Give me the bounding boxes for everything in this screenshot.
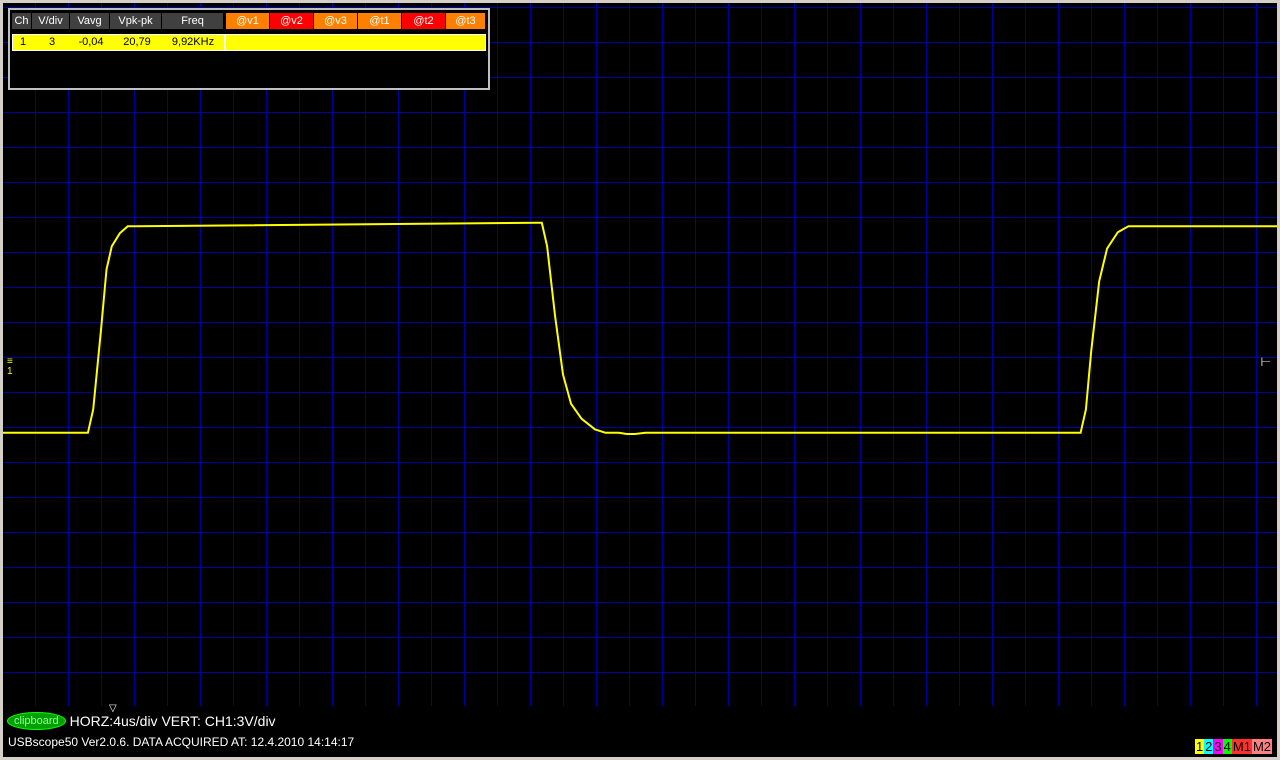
trigger-level-icon[interactable]: ⊢ xyxy=(1261,355,1271,369)
channel-indicator-4[interactable]: 4 xyxy=(1222,739,1232,754)
channel-indicator-m2[interactable]: M2 xyxy=(1251,739,1272,754)
ground-marker-icon[interactable]: ≡ 1 xyxy=(7,357,13,377)
horz-vert-settings: HORZ:4us/div VERT: CH1:3V/div xyxy=(69,713,276,729)
cursor-header-t1[interactable]: @t1 xyxy=(358,13,402,29)
cursor-header-v3[interactable]: @v3 xyxy=(314,13,358,29)
header-vdiv: V/div xyxy=(32,13,70,29)
channel-indicator-2[interactable]: 2 xyxy=(1204,739,1214,754)
scope-display[interactable]: ≡ 1 ⊢ ▽ Ch V/div Vavg Vpk-pk Freq @v1 @v2… xyxy=(3,3,1277,757)
cell-ch: 1 xyxy=(19,36,27,48)
measurement-data-row[interactable]: 1 3 -0,04 20,79 9,92KHz xyxy=(12,34,486,51)
channel-indicator-3[interactable]: 3 xyxy=(1213,739,1223,754)
channel-indicator-m1[interactable]: M1 xyxy=(1231,739,1252,754)
status-line-settings: clipboard HORZ:4us/div VERT: CH1:3V/div xyxy=(7,711,276,731)
header-freq: Freq xyxy=(162,13,224,29)
channel-indicators: 1 2 3 4 M1 M2 xyxy=(1194,739,1272,754)
ch1-trace xyxy=(3,221,1277,435)
version-acquired-line: USBscope50 Ver2.0.6. DATA ACQUIRED AT: 1… xyxy=(8,735,355,749)
cursor-header-v1[interactable]: @v1 xyxy=(226,13,270,29)
cell-vpkpk: 20,79 xyxy=(123,36,151,48)
cell-freq: 9,92KHz xyxy=(171,36,215,48)
cursor-header-t3[interactable]: @t3 xyxy=(446,13,486,29)
header-ch: Ch xyxy=(12,13,32,29)
measurement-header-row: Ch V/div Vavg Vpk-pk Freq @v1 @v2 @v3 @t… xyxy=(12,13,486,29)
header-vavg: Vavg xyxy=(70,13,110,29)
header-vpkpk: Vpk-pk xyxy=(110,13,162,29)
measurement-panel: Ch V/div Vavg Vpk-pk Freq @v1 @v2 @v3 @t… xyxy=(8,8,490,90)
cursor-header-t2[interactable]: @t2 xyxy=(402,13,446,29)
channel-indicator-1[interactable]: 1 xyxy=(1194,739,1205,754)
cell-vdiv: 3 xyxy=(48,36,56,48)
cell-vavg: -0,04 xyxy=(78,36,104,48)
clipboard-button[interactable]: clipboard xyxy=(7,712,66,730)
cursor-header-v2[interactable]: @v2 xyxy=(270,13,314,29)
row-separator xyxy=(224,35,226,50)
waveform-plot[interactable] xyxy=(3,3,1277,757)
